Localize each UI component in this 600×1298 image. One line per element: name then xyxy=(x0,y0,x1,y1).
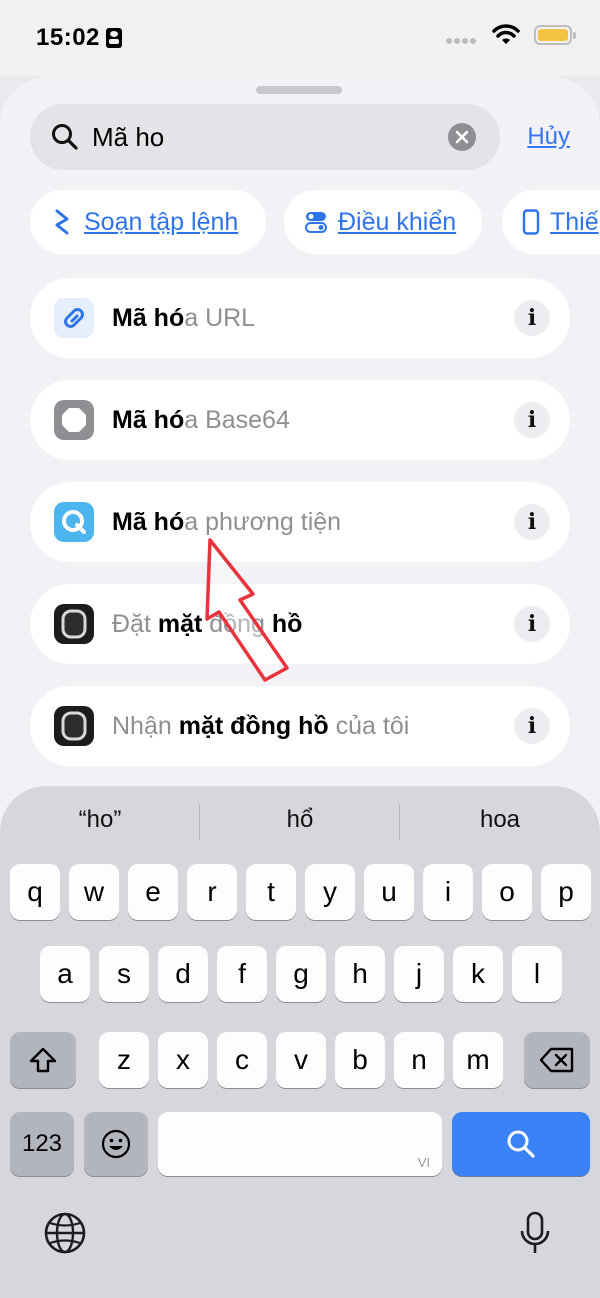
backspace-icon xyxy=(539,1047,574,1073)
info-button[interactable]: i xyxy=(514,708,550,744)
chip-device[interactable]: Thiế xyxy=(502,190,600,254)
result-title: Mã hóa phương tiện xyxy=(112,508,342,536)
search-key[interactable] xyxy=(452,1112,590,1176)
quicktime-icon xyxy=(54,502,94,542)
link-icon xyxy=(54,298,94,338)
prediction-1[interactable]: “ho” xyxy=(0,806,200,842)
microphone-icon[interactable] xyxy=(512,1210,558,1256)
battery-icon xyxy=(534,25,576,45)
status-bar: 15:02 xyxy=(0,0,600,76)
chip-label: Điều khiển xyxy=(338,207,457,236)
id-card-icon xyxy=(106,28,122,48)
key-j[interactable]: j xyxy=(394,946,444,1002)
key-y[interactable]: y xyxy=(305,864,355,920)
signal-icon xyxy=(446,38,476,44)
globe-icon[interactable] xyxy=(42,1210,88,1256)
octagon-icon xyxy=(54,400,94,440)
watch-icon xyxy=(54,604,94,644)
key-e[interactable]: e xyxy=(128,864,178,920)
key-r[interactable]: r xyxy=(187,864,237,920)
key-x[interactable]: x xyxy=(158,1032,208,1088)
result-row-encode-base64[interactable]: Mã hóa Base64 i xyxy=(30,380,570,460)
key-a[interactable]: a xyxy=(40,946,90,1002)
key-i[interactable]: i xyxy=(423,864,473,920)
search-field[interactable] xyxy=(30,104,500,170)
search-input[interactable] xyxy=(92,104,442,170)
key-d[interactable]: d xyxy=(158,946,208,1002)
key-l[interactable]: l xyxy=(512,946,562,1002)
clear-search-button[interactable] xyxy=(448,123,476,151)
emoji-key[interactable] xyxy=(84,1112,148,1176)
chip-controls[interactable]: Điều khiển xyxy=(284,190,482,254)
search-icon xyxy=(507,1130,535,1158)
numbers-key[interactable]: 123 xyxy=(10,1112,74,1176)
key-z[interactable]: z xyxy=(99,1032,149,1088)
key-n[interactable]: n xyxy=(394,1032,444,1088)
shift-key[interactable] xyxy=(10,1032,76,1088)
result-row-get-watch-face[interactable]: Nhận mặt đồng hồ của tôi i xyxy=(30,686,570,766)
cancel-button[interactable]: Hủy xyxy=(527,123,570,151)
result-row-set-watch-face[interactable]: Đặt mặt đồng hồ i xyxy=(30,584,570,664)
delete-key[interactable] xyxy=(524,1032,590,1088)
close-icon xyxy=(455,130,469,144)
keyboard: “ho” hổ hoa q w e r t y u i o p a s d f … xyxy=(0,786,600,1298)
watch-icon xyxy=(54,706,94,746)
script-icon xyxy=(55,209,69,235)
language-label: VI xyxy=(417,1155,430,1170)
key-b[interactable]: b xyxy=(335,1032,385,1088)
space-key[interactable]: VI xyxy=(158,1112,442,1176)
key-p[interactable]: p xyxy=(541,864,591,920)
key-w[interactable]: w xyxy=(69,864,119,920)
key-u[interactable]: u xyxy=(364,864,414,920)
toggle-controls-icon xyxy=(305,212,327,233)
chip-label: Thiế xyxy=(550,207,599,236)
result-title: Mã hóa URL xyxy=(112,304,256,332)
info-button[interactable]: i xyxy=(514,606,550,642)
key-g[interactable]: g xyxy=(276,946,326,1002)
result-title: Đặt mặt đồng hồ xyxy=(112,610,303,638)
key-v[interactable]: v xyxy=(276,1032,326,1088)
key-o[interactable]: o xyxy=(482,864,532,920)
info-button[interactable]: i xyxy=(514,402,550,438)
search-icon xyxy=(52,124,78,150)
key-h[interactable]: h xyxy=(335,946,385,1002)
key-q[interactable]: q xyxy=(10,864,60,920)
prediction-bar: “ho” hổ hoa xyxy=(0,786,600,858)
category-chips: Soạn tập lệnh Điều khiển Thiế xyxy=(30,190,600,256)
emoji-icon xyxy=(101,1129,131,1159)
prediction-3[interactable]: hoa xyxy=(400,806,600,842)
shift-icon xyxy=(29,1047,57,1073)
key-m[interactable]: m xyxy=(453,1032,503,1088)
search-row: Hủy xyxy=(30,104,570,170)
info-button[interactable]: i xyxy=(514,504,550,540)
key-s[interactable]: s xyxy=(99,946,149,1002)
chip-label: Soạn tập lệnh xyxy=(84,207,239,236)
key-f[interactable]: f xyxy=(217,946,267,1002)
prediction-2[interactable]: hổ xyxy=(200,806,400,842)
key-c[interactable]: c xyxy=(217,1032,267,1088)
wifi-icon xyxy=(492,24,520,44)
result-row-encode-media[interactable]: Mã hóa phương tiện i xyxy=(30,482,570,562)
status-time: 15:02 xyxy=(36,24,100,51)
key-k[interactable]: k xyxy=(453,946,503,1002)
info-button[interactable]: i xyxy=(514,300,550,336)
sheet-grabber[interactable] xyxy=(256,86,342,94)
chip-scripting[interactable]: Soạn tập lệnh xyxy=(30,190,266,254)
key-t[interactable]: t xyxy=(246,864,296,920)
result-title: Nhận mặt đồng hồ của tôi xyxy=(112,712,410,740)
phone-device-icon xyxy=(522,209,540,235)
result-row-encode-url[interactable]: Mã hóa URL i xyxy=(30,278,570,358)
result-title: Mã hóa Base64 xyxy=(112,406,290,434)
